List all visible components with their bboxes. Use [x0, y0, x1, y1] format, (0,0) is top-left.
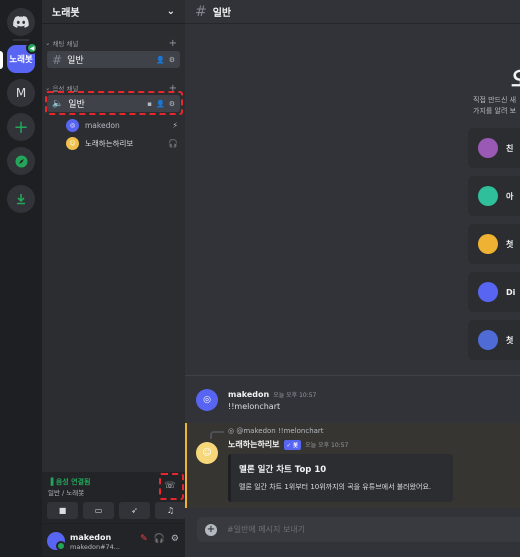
hash-icon: #	[52, 52, 63, 67]
deafened-icon: 🎧	[168, 138, 178, 148]
embed-description: 멜론 일간 차트 1위부터 10위까지의 곡을 유튜브에서 불러왔어요.	[239, 483, 432, 491]
avatar: ◎	[66, 118, 79, 132]
message-content: !!melonchart	[228, 402, 281, 411]
avatar[interactable]	[47, 532, 66, 551]
gear-icon[interactable]: ⚙	[169, 56, 175, 64]
highlight-box-disconnect	[159, 473, 184, 500]
highlight-box-voice-channel	[45, 91, 183, 115]
screen-share-icon: ▭	[94, 506, 103, 515]
hash-icon: #	[195, 3, 207, 20]
soundboard-icon: ♫	[166, 506, 175, 515]
onboarding-card[interactable]: 아	[468, 176, 520, 216]
app-icon	[478, 282, 498, 302]
category-text[interactable]: ⌄ 채팅 채널 +	[45, 38, 177, 49]
timestamp: 오늘 오후 10:57	[305, 442, 349, 449]
guild-separator	[13, 39, 29, 41]
voice-location: 일반 / 노래봇	[48, 489, 85, 497]
onboarding-card[interactable]: 친	[468, 128, 520, 168]
timestamp: 오늘 오후 10:57	[273, 392, 317, 399]
avatar[interactable]: ☺	[196, 442, 218, 464]
embed-title: 멜론 일간 차트 Top 10	[239, 465, 327, 475]
chevron-down-icon: ⌄	[45, 39, 51, 47]
user-tag: makedon#74...	[70, 543, 120, 551]
compass-icon[interactable]	[7, 147, 35, 175]
active-server-pill	[0, 51, 3, 69]
onboarding-card[interactable]: 첫	[468, 224, 520, 264]
add-server-plus-icon[interactable]: +	[7, 113, 35, 141]
server-header[interactable]: 노래봇 ⌄	[42, 0, 185, 24]
channel-header: # 일반	[185, 0, 520, 24]
reply-preview[interactable]: ◎ @makedon !!melonchart	[228, 427, 324, 435]
message-composer: +	[197, 517, 520, 542]
bot-icon	[478, 330, 498, 350]
avatar[interactable]: ◎	[196, 389, 218, 411]
mic-muted-icon: ⚡	[172, 120, 178, 130]
invite-icon	[478, 138, 498, 158]
headphones-icon[interactable]: 🎧	[154, 534, 165, 544]
user-panel: makedon makedon#74... ✎ 🎧 ⚙	[42, 524, 185, 557]
bot-badge: ✓ 봇	[283, 439, 302, 450]
message-icon	[478, 234, 498, 254]
rocket-icon: ➶	[131, 506, 138, 515]
avatar-icon	[478, 186, 498, 206]
voice-status: 음성 연결됨	[55, 478, 91, 486]
message-embed: 멜론 일간 차트 Top 10 멜론 일간 차트 1위부터 10위까지의 곡을 …	[228, 454, 453, 502]
server-icon-norebot[interactable]: 노래봇 ◀	[7, 42, 38, 73]
add-channel-plus-icon[interactable]: +	[169, 38, 177, 49]
voice-user[interactable]: ☺ 노래하는하리보 🎧	[66, 135, 178, 151]
welcome-title: 오	[511, 62, 520, 94]
add-member-icon[interactable]: 👤	[156, 56, 165, 64]
discord-home-icon[interactable]	[7, 8, 35, 36]
server-name: 노래봇	[52, 8, 80, 19]
add-attachment-plus-icon[interactable]: +	[205, 523, 217, 536]
chevron-down-icon: ⌄	[166, 6, 175, 17]
server-icon-m[interactable]: M	[7, 79, 35, 107]
mic-muted-icon[interactable]: ✎	[140, 534, 148, 544]
message-author[interactable]: makedon 오늘 오후 10:57	[228, 390, 316, 399]
signal-icon: ▐	[48, 478, 54, 486]
reply-connector	[210, 431, 224, 439]
screen-share-button[interactable]: ▭	[83, 502, 114, 519]
message-author[interactable]: 노래하는하리보 ✓ 봇 오늘 오후 10:57	[228, 439, 348, 450]
message-input[interactable]	[227, 525, 477, 534]
discord-icon: ◎	[228, 427, 235, 435]
soundboard-button[interactable]: ♫	[155, 502, 186, 519]
welcome-subtitle: 직접 만드신 새 가지를 알려 보	[473, 96, 517, 115]
onboarding-card[interactable]: Di	[468, 272, 520, 312]
camera-button[interactable]: ■	[47, 502, 78, 519]
voice-user[interactable]: ◎ makedon ⚡	[66, 117, 178, 133]
avatar: ☺	[66, 136, 79, 150]
server-list: 노래봇 ◀ M +	[0, 0, 42, 557]
channel-title: 일반	[212, 8, 232, 19]
divider	[185, 375, 520, 376]
camera-icon: ■	[58, 506, 67, 515]
speaker-icon: ◀	[26, 42, 38, 54]
onboarding-card[interactable]: 첫	[468, 320, 520, 360]
gear-icon[interactable]: ⚙	[171, 534, 179, 544]
text-channel-general[interactable]: # 일반 👤 ⚙	[47, 51, 180, 68]
activity-button[interactable]: ➶	[119, 502, 150, 519]
download-icon[interactable]	[7, 185, 35, 213]
username: makedon	[70, 533, 112, 542]
chat-area: # 일반 오 직접 만드신 새 가지를 알려 보 친 아 첫 Di 첫 ◎ ma…	[185, 0, 520, 557]
